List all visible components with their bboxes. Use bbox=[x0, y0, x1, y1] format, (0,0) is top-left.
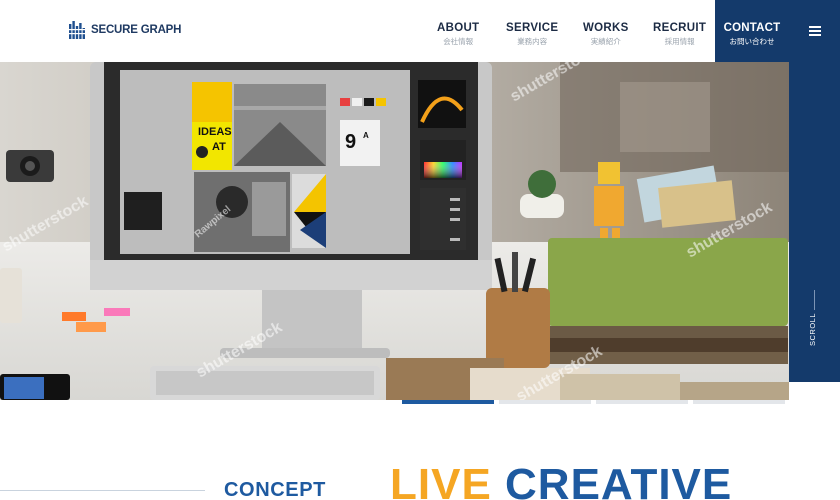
slide-indicators bbox=[402, 400, 785, 404]
scroll-line bbox=[814, 290, 815, 310]
logo-mark-icon bbox=[69, 21, 85, 39]
screen-number: 9 bbox=[345, 131, 356, 153]
contact-label-jp: お問い合わせ bbox=[729, 37, 775, 46]
concept-headline: LIVE CREATIVE bbox=[390, 460, 732, 500]
logo[interactable]: SECURE GRAPH bbox=[69, 21, 181, 39]
slide-indicator-1[interactable] bbox=[402, 400, 494, 404]
nav-label-en: WORKS bbox=[583, 22, 629, 34]
scroll-label: SCROLL bbox=[808, 312, 817, 346]
slide-indicator-2[interactable] bbox=[499, 400, 591, 404]
nav-item-works[interactable]: WORKS 実績紹介 bbox=[583, 22, 629, 47]
logo-text: SECURE GRAPH bbox=[91, 24, 182, 36]
headline-word-live: LIVE bbox=[390, 460, 492, 500]
nav-label-en: RECRUIT bbox=[653, 22, 707, 34]
screen-text-ideas: IDEAS bbox=[198, 126, 232, 138]
hamburger-icon bbox=[808, 26, 821, 36]
nav-label-jp: 実績紹介 bbox=[590, 37, 621, 46]
contact-button[interactable]: CONTACT お問い合わせ bbox=[715, 0, 789, 62]
headline-word-creative: CREATIVE bbox=[505, 460, 733, 500]
concept-divider bbox=[0, 490, 205, 491]
slide-indicator-4[interactable] bbox=[693, 400, 785, 404]
concept-label: CONCEPT bbox=[224, 479, 326, 500]
screen-text-at: AT bbox=[212, 141, 226, 153]
nav-label-en: SERVICE bbox=[506, 22, 559, 34]
hero-photo: IDEAS AT 9 A shutterstock shutterstock s… bbox=[0, 62, 789, 400]
nav-item-recruit[interactable]: RECRUIT 採用情報 bbox=[653, 22, 706, 47]
hero-image: IDEAS AT 9 A shutterstock shutterstock s… bbox=[0, 62, 789, 400]
page: SECURE GRAPH ABOUT 会社情報 SERVICE 業務内容 WOR… bbox=[0, 0, 840, 500]
site-header: SECURE GRAPH ABOUT 会社情報 SERVICE 業務内容 WOR… bbox=[0, 0, 840, 62]
menu-button[interactable] bbox=[789, 0, 840, 62]
contact-label-en: CONTACT bbox=[723, 22, 781, 34]
nav-item-service[interactable]: SERVICE 業務内容 bbox=[506, 22, 558, 47]
nav-label-jp: 採用情報 bbox=[664, 37, 695, 46]
slide-indicator-3[interactable] bbox=[596, 400, 688, 404]
nav-label-en: ABOUT bbox=[437, 22, 480, 34]
nav-label-jp: 業務内容 bbox=[517, 37, 548, 46]
nav-label-jp: 会社情報 bbox=[443, 37, 474, 46]
screen-number-sup: A bbox=[363, 131, 369, 140]
nav-item-about[interactable]: ABOUT 会社情報 bbox=[437, 22, 479, 47]
